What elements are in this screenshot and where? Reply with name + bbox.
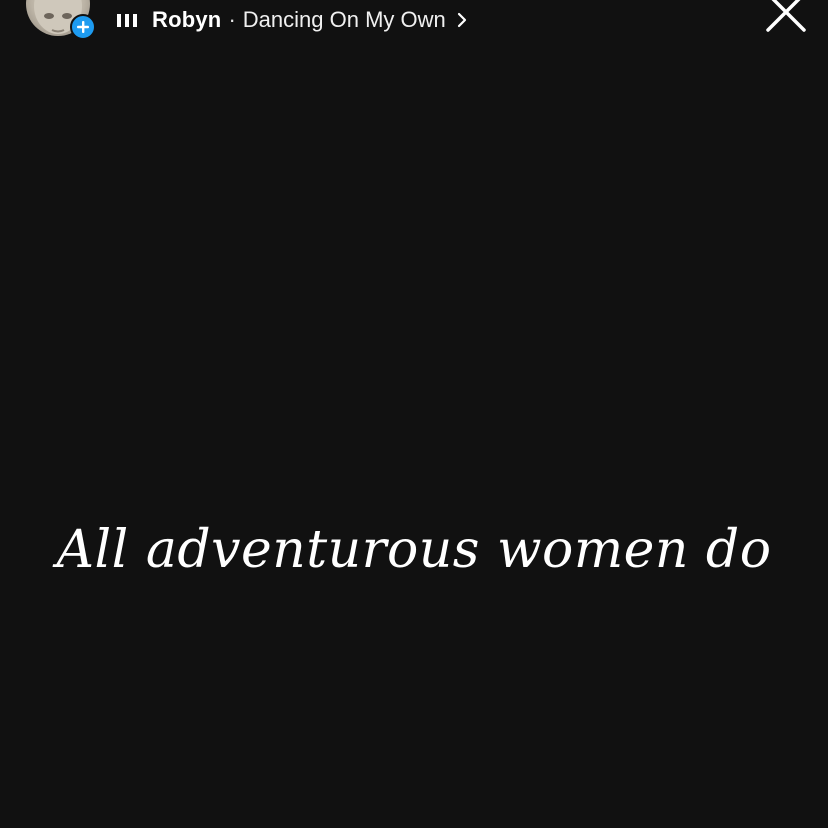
chevron-right-icon [456, 11, 468, 29]
close-button[interactable] [764, 0, 808, 34]
music-sticker[interactable]: Robyn · Dancing On My Own [116, 4, 468, 36]
music-bars-icon [116, 12, 138, 28]
add-story-button[interactable] [70, 14, 96, 40]
music-song-title: Dancing On My Own [242, 7, 446, 32]
plus-icon [77, 21, 89, 33]
close-icon [766, 0, 806, 32]
music-artist: Robyn [152, 7, 222, 32]
story-caption: All adventurous women do [56, 520, 772, 580]
story-viewer: Robyn · Dancing On My Own All adventurou… [0, 0, 828, 828]
music-separator: · [228, 7, 236, 32]
